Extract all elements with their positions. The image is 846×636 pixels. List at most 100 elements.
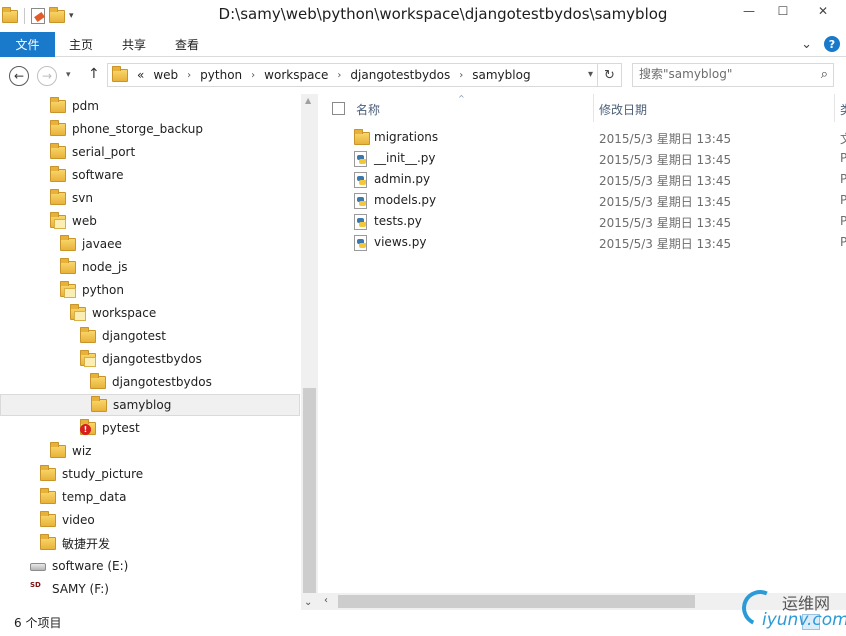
maximize-button[interactable]: ☐ — [766, 0, 800, 22]
select-all-checkbox[interactable] — [332, 102, 345, 115]
nav-item-[interactable]: 敏捷开发 — [0, 532, 300, 554]
file-row[interactable]: models.py 2015/5/3 星期日 13:45 P — [318, 190, 846, 211]
folder-icon — [40, 534, 56, 551]
nav-item-label: workspace — [92, 306, 157, 320]
navigation-pane: pdm phone_storge_backup serial_portsoftwar… — [0, 94, 318, 610]
nav-item-study-picture[interactable]: study_picture — [0, 463, 300, 485]
nav-item-samy-f[interactable]: SD SAMY (F:) — [0, 578, 300, 600]
search-icon[interactable]: ⌕ — [821, 67, 828, 82]
chevron-right-icon[interactable]: › — [251, 70, 255, 81]
forward-button[interactable]: → — [37, 66, 57, 86]
refresh-button[interactable]: ↻ — [597, 64, 621, 86]
chevron-right-icon[interactable]: › — [187, 70, 191, 81]
scroll-down-icon[interactable]: ⌄ — [304, 597, 312, 608]
nav-item-label: software — [72, 168, 124, 182]
search-box[interactable]: ⌕ — [632, 63, 834, 87]
file-date-modified: 2015/5/3 星期日 13:45 — [599, 216, 732, 230]
breadcrumb-web[interactable]: web — [153, 68, 178, 82]
folder-icon — [40, 511, 56, 528]
arrow-up-icon: ↑ — [88, 66, 100, 82]
nav-item-samyblog[interactable]: samyblog — [0, 394, 300, 416]
column-divider[interactable] — [834, 94, 835, 122]
tab-home[interactable]: 主页 — [69, 32, 93, 57]
watermark: 运维网 iyunv.com — [736, 584, 846, 632]
nav-item-djangotestbydos[interactable]: djangotestbydos — [0, 371, 300, 393]
nav-item-temp-data[interactable]: temp_data — [0, 486, 300, 508]
file-row[interactable]: admin.py 2015/5/3 星期日 13:45 P — [318, 169, 846, 190]
folder-icon — [50, 97, 66, 114]
nav-item-label: phone_storge_backup — [72, 122, 203, 136]
nav-scrollbar[interactable]: ▲ ⌄ — [301, 94, 318, 610]
tab-file[interactable]: 文件 — [0, 32, 55, 57]
breadcrumb-overflow[interactable]: « — [137, 68, 144, 82]
nav-item-workspace[interactable]: workspace — [0, 302, 300, 324]
breadcrumb-python[interactable]: python — [200, 68, 242, 82]
folder-icon — [70, 304, 86, 321]
breadcrumb-djangotestbydos[interactable]: djangotestbydos — [350, 68, 450, 82]
column-divider[interactable] — [593, 94, 594, 122]
scroll-left-icon[interactable]: ‹ — [324, 595, 328, 606]
scroll-up-icon[interactable]: ▲ — [305, 96, 311, 105]
nav-item-label: serial_port — [72, 145, 136, 159]
nav-item-label: pdm — [72, 99, 99, 113]
file-row[interactable]: migrations 2015/5/3 星期日 13:45 文 — [318, 127, 846, 148]
nav-item-serial-port[interactable]: serial_port — [0, 141, 300, 163]
chevron-right-icon[interactable]: › — [459, 70, 463, 81]
column-date-modified[interactable]: 修改日期 — [599, 101, 647, 118]
file-name: tests.py — [374, 214, 422, 228]
column-name[interactable]: 名称 — [356, 101, 380, 118]
folder-icon — [50, 212, 66, 229]
nav-item-svn[interactable]: svn — [0, 187, 300, 209]
nav-item-web[interactable]: web — [0, 210, 300, 232]
nav-item-javaee[interactable]: javaee — [0, 233, 300, 255]
nav-item-label: samyblog — [113, 398, 172, 412]
nav-item-label: web — [72, 214, 97, 228]
tab-view[interactable]: 查看 — [175, 32, 199, 57]
nav-item-pdm[interactable]: pdm — [0, 95, 300, 117]
nav-item-label: software (E:) — [52, 559, 129, 573]
nav-item-djangotestbydos[interactable]: djangotestbydos — [0, 348, 300, 370]
file-name: views.py — [374, 235, 427, 249]
item-count: 6 个项目 — [14, 616, 62, 630]
file-row[interactable]: views.py 2015/5/3 星期日 13:45 P — [318, 232, 846, 253]
chevron-right-icon[interactable]: › — [337, 70, 341, 81]
folder-warning-icon: ! — [80, 419, 96, 436]
file-type: P — [840, 151, 846, 165]
nav-item-video[interactable]: video — [0, 509, 300, 531]
nav-scroll-thumb[interactable] — [303, 388, 316, 593]
breadcrumb-samyblog[interactable]: samyblog — [472, 68, 530, 82]
nav-item-phone-storge-backup[interactable]: phone_storge_backup — [0, 118, 300, 140]
expand-ribbon-icon[interactable]: ⌄ — [801, 37, 812, 52]
up-button[interactable]: ↑ — [88, 66, 100, 82]
nav-item-djangotest[interactable]: djangotest — [0, 325, 300, 347]
nav-item-python[interactable]: python — [0, 279, 300, 301]
nav-item-software[interactable]: software — [0, 164, 300, 186]
nav-item-label: djangotest — [102, 329, 166, 343]
nav-item-node-js[interactable]: node_js — [0, 256, 300, 278]
file-type: P — [840, 193, 846, 207]
python-file-icon — [354, 214, 370, 230]
file-name: models.py — [374, 193, 437, 207]
column-type[interactable]: 类 — [840, 101, 846, 118]
help-icon[interactable]: ? — [824, 36, 840, 52]
watermark-text-bottom: iyunv.com — [762, 610, 846, 630]
nav-item-pytest[interactable]: ! pytest — [0, 417, 300, 439]
close-button[interactable]: ✕ — [800, 0, 846, 22]
file-row[interactable]: tests.py 2015/5/3 星期日 13:45 P — [318, 211, 846, 232]
nav-item-software-e[interactable]: software (E:) — [0, 555, 300, 577]
breadcrumb-workspace[interactable]: workspace — [264, 68, 328, 82]
nav-item-label: pytest — [102, 421, 140, 435]
nav-item-wiz[interactable]: wiz — [0, 440, 300, 462]
file-row[interactable]: __init__.py 2015/5/3 星期日 13:45 P — [318, 148, 846, 169]
address-dropdown-icon[interactable]: ▾ — [588, 69, 593, 80]
folder-icon — [40, 465, 56, 482]
horizontal-scroll-thumb[interactable] — [338, 595, 695, 608]
breadcrumb: « web › python › workspace › djangotestb… — [112, 66, 531, 83]
back-button[interactable]: ← — [9, 66, 29, 86]
address-bar[interactable]: « web › python › workspace › djangotestb… — [107, 63, 622, 87]
tab-share[interactable]: 共享 — [122, 32, 146, 57]
search-input[interactable] — [639, 67, 809, 81]
file-type: 文 — [840, 130, 846, 147]
minimize-button[interactable]: — — [732, 0, 766, 22]
recent-locations-button[interactable]: ▾ — [66, 70, 71, 80]
